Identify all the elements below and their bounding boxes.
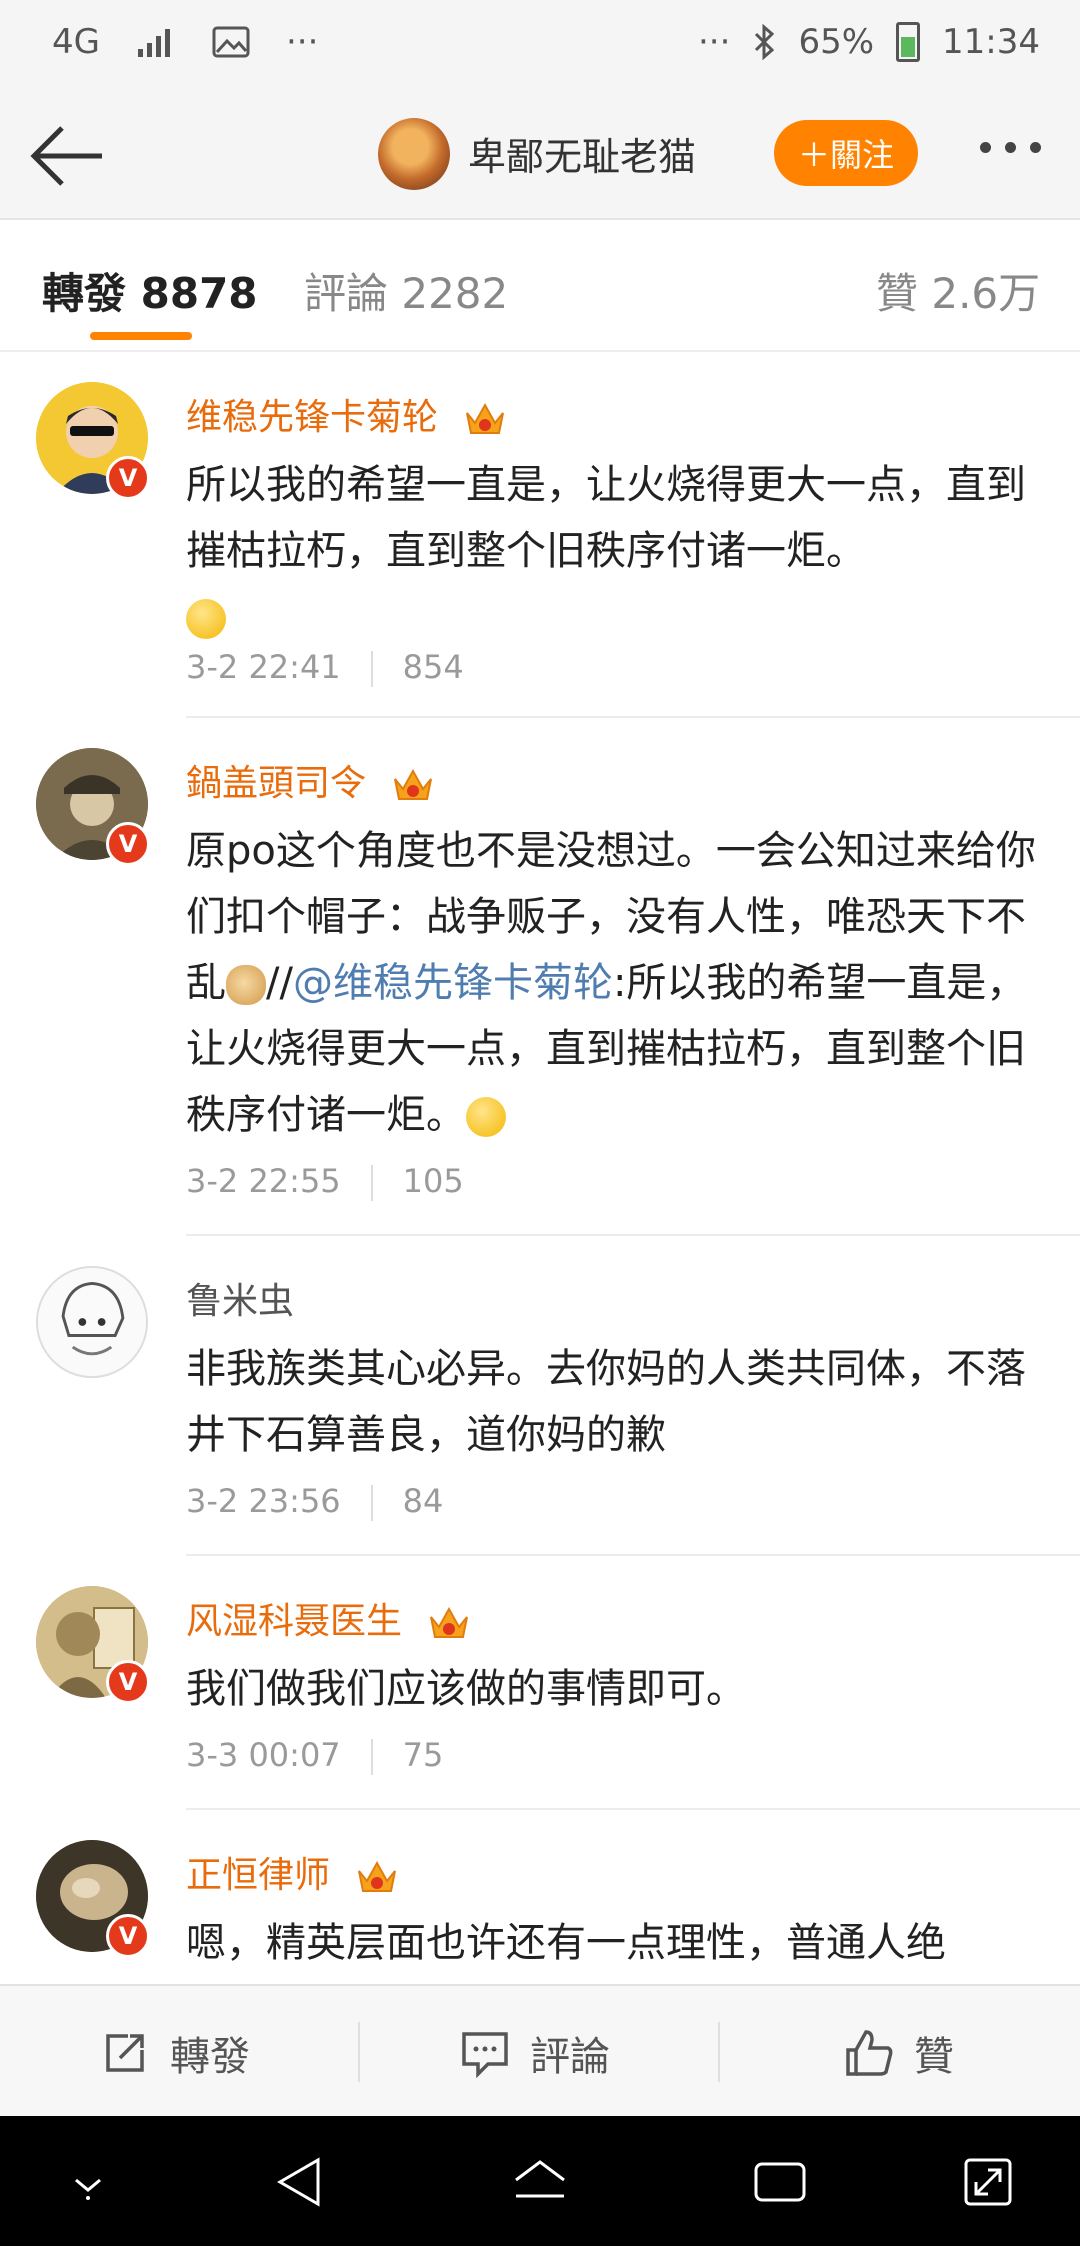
verified-badge: V	[106, 456, 150, 500]
list-item[interactable]: V 风湿科聂医生 我们做我们应该做的事情即可。 3-3 00:07 75	[0, 1556, 1080, 1810]
username[interactable]: 正恒律师	[186, 1846, 399, 1898]
verified-badge: V	[106, 822, 150, 866]
like-count[interactable]: 854	[403, 648, 464, 686]
expand-icon[interactable]	[956, 2150, 1020, 2214]
more-notifications: ···	[285, 22, 319, 62]
vip-crown-icon	[430, 1606, 469, 1638]
home-icon[interactable]	[508, 2150, 572, 2214]
author-name[interactable]: 卑鄙无耻老猫	[468, 126, 696, 181]
like-count[interactable]: 75	[403, 1736, 444, 1774]
vip-crown-icon	[358, 1860, 397, 1892]
network-indicator: 4G	[52, 22, 100, 62]
clock: 11:34	[942, 22, 1040, 62]
username[interactable]: 风湿科聂医生	[186, 1592, 471, 1644]
vip-crown-icon	[466, 402, 505, 434]
vip-crown-icon	[394, 768, 433, 800]
timestamp: 3-2 23:56	[186, 1482, 341, 1520]
smile-emoji-icon	[186, 599, 226, 639]
bluetooth-icon	[755, 24, 775, 60]
username[interactable]: 鍋盖頭司令	[186, 754, 435, 806]
repost-meta: 3-3 00:07 75	[186, 1736, 443, 1775]
list-item[interactable]: V 正恒律师 嗯，精英层面也许还有一点理性，普通人绝	[0, 1810, 1080, 1984]
like-count[interactable]: 105	[403, 1162, 464, 1200]
like-button[interactable]: 贊	[842, 2024, 954, 2082]
repost-text: 所以我的希望一直是，让火烧得更大一点，直到摧枯拉朽，直到整个旧秩序付诸一炬。	[186, 452, 1046, 650]
tab-likes[interactable]: 贊 2.6万	[876, 260, 1040, 321]
more-options-icon[interactable]	[980, 142, 1041, 153]
verified-badge: V	[106, 1914, 150, 1958]
smile-emoji-icon	[466, 1097, 506, 1137]
repost-button[interactable]: 轉發	[98, 2024, 250, 2082]
action-bar: 轉發 評論 贊	[0, 1984, 1080, 2118]
repost-list: V 维稳先锋卡菊轮 所以我的希望一直是，让火烧得更大一点，直到摧枯拉朽，直到整个…	[0, 352, 1080, 1984]
username[interactable]: 鲁米虫	[186, 1272, 294, 1324]
repost-meta: 3-2 22:41 854	[186, 648, 464, 687]
doge-emoji-icon	[226, 965, 266, 1005]
header-bar: 卑鄙无耻老猫 ＋關注	[0, 90, 1080, 220]
list-item[interactable]: V 鍋盖頭司令 原po这个角度也不是没想过。一会公知过来给你们扣个帽子：战争贩子…	[0, 718, 1080, 1236]
repost-text: 原po这个角度也不是没想过。一会公知过来给你们扣个帽子：战争贩子，没有人性，唯恐…	[186, 828, 1036, 1138]
status-more: ···	[698, 22, 731, 62]
system-nav-bar	[0, 2116, 1080, 2246]
comment-button[interactable]: 評論	[458, 2024, 610, 2082]
comment-icon	[462, 2032, 508, 2079]
battery-percent: 65%	[798, 22, 875, 62]
share-icon	[106, 2034, 144, 2072]
divider	[718, 2022, 720, 2082]
author-avatar[interactable]	[378, 118, 450, 190]
like-count[interactable]: 84	[403, 1482, 444, 1520]
repost-text: 非我族类其心必异。去你妈的人类共同体，不落井下石算善良，道你妈的歉	[186, 1346, 1026, 1458]
list-item[interactable]: 鲁米虫 非我族类其心必异。去你妈的人类共同体，不落井下石算善良，道你妈的歉 3-…	[0, 1236, 1080, 1556]
username[interactable]: 维稳先锋卡菊轮	[186, 388, 507, 440]
battery-icon	[896, 22, 921, 62]
thumbs-up-icon	[846, 2030, 893, 2076]
tab-comments[interactable]: 評論 2282	[304, 260, 508, 321]
repost-text: 嗯，精英层面也许还有一点理性，普通人绝	[186, 1920, 946, 1966]
status-bar: 4G ··· ··· 65% 11:34	[0, 0, 1080, 90]
divider	[358, 2022, 360, 2082]
back-arrow-icon[interactable]	[28, 116, 108, 196]
tab-bar: 轉發 8878 評論 2282 贊 2.6万	[0, 220, 1080, 352]
back-icon[interactable]	[268, 2150, 332, 2214]
chevron-down-icon[interactable]	[56, 2150, 120, 2214]
list-item[interactable]: V 维稳先锋卡菊轮 所以我的希望一直是，让火烧得更大一点，直到摧枯拉朽，直到整个…	[0, 352, 1080, 718]
verified-badge: V	[106, 1660, 150, 1704]
recent-apps-icon[interactable]	[748, 2150, 812, 2214]
timestamp: 3-3 00:07	[186, 1736, 341, 1774]
mention-link[interactable]: @维稳先锋卡菊轮	[293, 960, 613, 1006]
repost-meta: 3-2 22:55 105	[186, 1162, 464, 1201]
avatar[interactable]	[36, 1266, 148, 1378]
timestamp: 3-2 22:41	[186, 648, 341, 686]
active-tab-indicator	[90, 332, 192, 340]
tab-reposts[interactable]: 轉發 8878	[42, 260, 258, 321]
repost-meta: 3-2 23:56 84	[186, 1482, 443, 1521]
signal-icon	[137, 29, 170, 57]
timestamp: 3-2 22:55	[186, 1162, 341, 1200]
follow-button[interactable]: ＋關注	[774, 120, 918, 186]
repost-text: 我们做我们应该做的事情即可。	[186, 1666, 746, 1712]
gallery-icon	[212, 26, 250, 58]
